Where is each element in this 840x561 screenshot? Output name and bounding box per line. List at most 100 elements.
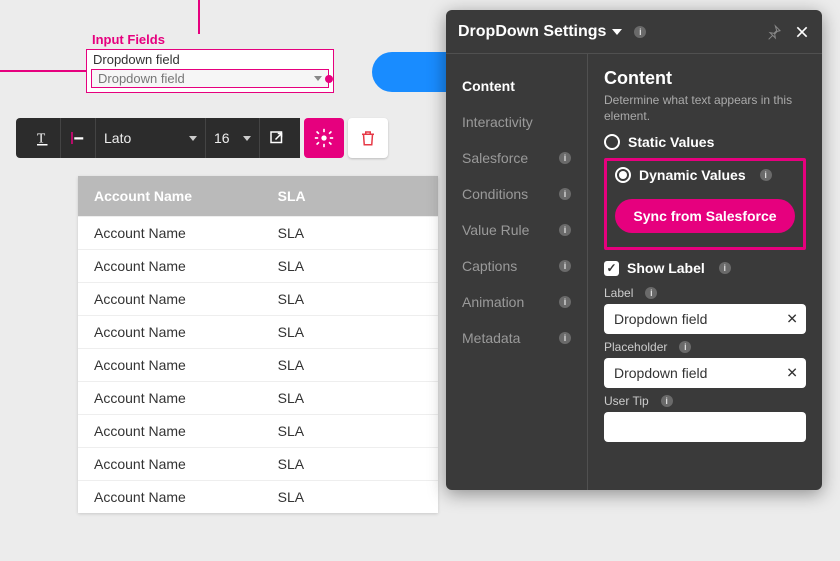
open-external-icon: [268, 129, 286, 147]
table-row[interactable]: Account NameSLA: [78, 216, 438, 249]
panel-header: DropDown Settings i: [446, 10, 822, 54]
info-icon[interactable]: i: [634, 26, 646, 38]
selection-handle[interactable]: [325, 75, 333, 83]
tab-captions[interactable]: Captionsi: [446, 248, 587, 284]
panel-tabs: ContentInteractivitySalesforceiCondition…: [446, 54, 588, 490]
col-header-sla: SLA: [278, 188, 422, 204]
cell-sla: SLA: [278, 357, 422, 373]
table-row[interactable]: Account NameSLA: [78, 282, 438, 315]
svg-text:T: T: [37, 131, 46, 146]
cell-sla: SLA: [278, 423, 422, 439]
pin-icon[interactable]: [766, 24, 782, 40]
cell-account: Account Name: [94, 456, 278, 472]
tab-salesforce[interactable]: Salesforcei: [446, 140, 587, 176]
info-icon[interactable]: i: [559, 188, 571, 200]
tab-content[interactable]: Content: [446, 68, 587, 104]
data-table: Account Name SLA Account NameSLAAccount …: [78, 176, 438, 513]
connector-vertical: [198, 0, 200, 34]
field-dropdown[interactable]: Dropdown field: [91, 69, 329, 88]
checkbox-icon: ✓: [604, 261, 619, 276]
col-header-account: Account Name: [94, 188, 278, 204]
show-label-option[interactable]: ✓ Show Label i: [604, 260, 806, 276]
info-icon[interactable]: i: [559, 332, 571, 344]
content-heading: Content: [604, 68, 806, 89]
panel-title-group[interactable]: DropDown Settings i: [458, 23, 646, 41]
field-label: Dropdown field: [87, 50, 333, 67]
field-placeholder: Dropdown field: [98, 71, 185, 86]
static-values-option[interactable]: Static Values: [604, 134, 806, 150]
cell-sla: SLA: [278, 456, 422, 472]
font-name: Lato: [104, 130, 131, 146]
table-row[interactable]: Account NameSLA: [78, 315, 438, 348]
table-row[interactable]: Account NameSLA: [78, 480, 438, 513]
table-row[interactable]: Account NameSLA: [78, 381, 438, 414]
gear-icon: [314, 128, 334, 148]
tab-metadata[interactable]: Metadatai: [446, 320, 587, 356]
panel-content: Content Determine what text appears in t…: [588, 54, 822, 490]
info-icon[interactable]: i: [645, 287, 657, 299]
placeholder-field-title: Placeholder i: [604, 340, 806, 354]
info-icon[interactable]: i: [760, 169, 772, 181]
format-toolbar: T Lato 16: [16, 118, 388, 158]
cell-account: Account Name: [94, 225, 278, 241]
info-icon[interactable]: i: [661, 395, 673, 407]
info-icon[interactable]: i: [679, 341, 691, 353]
dynamic-values-option[interactable]: Dynamic Values i: [615, 167, 795, 183]
canvas-dropdown-field[interactable]: Dropdown field Dropdown field: [86, 49, 334, 93]
close-icon[interactable]: [794, 24, 810, 40]
clear-icon[interactable]: ✕: [786, 311, 798, 328]
cell-sla: SLA: [278, 390, 422, 406]
content-desc: Determine what text appears in this elem…: [604, 93, 806, 124]
delete-button[interactable]: [348, 118, 388, 158]
cell-sla: SLA: [278, 324, 422, 340]
cell-sla: SLA: [278, 258, 422, 274]
chevron-down-icon: [612, 29, 622, 35]
usertip-input[interactable]: [604, 412, 806, 442]
info-icon[interactable]: i: [719, 262, 731, 274]
show-label-text: Show Label: [627, 260, 705, 276]
text-tool-button[interactable]: T: [26, 118, 61, 158]
connector-horizontal: [0, 70, 86, 72]
radio-icon: [615, 167, 631, 183]
label-field-title: Label i: [604, 286, 806, 300]
sync-from-salesforce-button[interactable]: Sync from Salesforce: [615, 199, 795, 233]
align-tool-button[interactable]: [61, 118, 96, 158]
info-icon[interactable]: i: [559, 260, 571, 272]
table-header: Account Name SLA: [78, 176, 438, 216]
tab-animation[interactable]: Animationi: [446, 284, 587, 320]
cell-account: Account Name: [94, 423, 278, 439]
cell-account: Account Name: [94, 324, 278, 340]
tab-interactivity[interactable]: Interactivity: [446, 104, 587, 140]
dynamic-values-highlight: Dynamic Values i Sync from Salesforce: [604, 158, 806, 250]
tab-value-rule[interactable]: Value Rulei: [446, 212, 587, 248]
table-row[interactable]: Account NameSLA: [78, 348, 438, 381]
open-external-button[interactable]: [260, 118, 294, 158]
info-icon[interactable]: i: [559, 224, 571, 236]
align-left-icon: [69, 129, 87, 147]
radio-icon: [604, 134, 620, 150]
cell-account: Account Name: [94, 291, 278, 307]
table-row[interactable]: Account NameSLA: [78, 414, 438, 447]
text-icon: T: [34, 129, 52, 147]
chevron-down-icon: [189, 136, 197, 141]
section-label: Input Fields: [92, 32, 165, 47]
cell-sla: SLA: [278, 489, 422, 505]
info-icon[interactable]: i: [559, 152, 571, 164]
cell-account: Account Name: [94, 357, 278, 373]
clear-icon[interactable]: ✕: [786, 365, 798, 382]
font-select[interactable]: Lato: [96, 118, 206, 158]
cell-account: Account Name: [94, 258, 278, 274]
panel-title: DropDown Settings: [458, 23, 606, 41]
tab-conditions[interactable]: Conditionsi: [446, 176, 587, 212]
font-size-select[interactable]: 16: [206, 118, 260, 158]
info-icon[interactable]: i: [559, 296, 571, 308]
chevron-down-icon: [243, 136, 251, 141]
placeholder-input[interactable]: [604, 358, 806, 388]
cell-sla: SLA: [278, 291, 422, 307]
label-input[interactable]: [604, 304, 806, 334]
settings-button[interactable]: [304, 118, 344, 158]
table-row[interactable]: Account NameSLA: [78, 447, 438, 480]
cell-account: Account Name: [94, 390, 278, 406]
table-row[interactable]: Account NameSLA: [78, 249, 438, 282]
static-values-label: Static Values: [628, 134, 714, 150]
